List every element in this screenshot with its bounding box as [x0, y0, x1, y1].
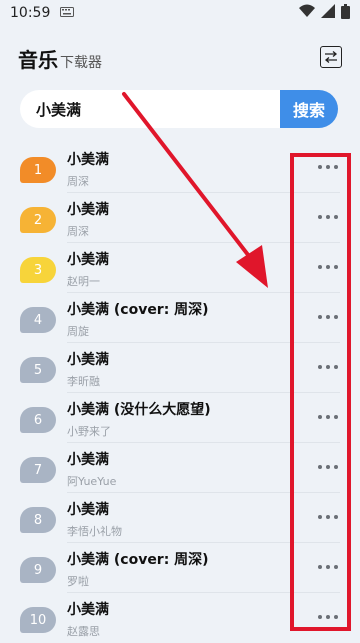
more-dot — [326, 465, 330, 469]
more-dot — [334, 315, 338, 319]
more-dot — [318, 515, 322, 519]
song-list: 1 小美满 周深 2 小美满 周深 3 小美满 赵明一 4 小美满 (cover: 周深) 周旋 5 小美… — [0, 143, 360, 643]
rank-badge: 6 — [20, 407, 56, 433]
more-dot — [318, 565, 322, 569]
song-title: 小美满 — [67, 152, 109, 168]
more-dot — [334, 615, 338, 619]
more-dot — [334, 365, 338, 369]
song-title: 小美满 — [67, 352, 109, 368]
song-title: 小美满 — [67, 452, 109, 468]
battery-icon — [341, 3, 350, 23]
song-artist: 周深 — [67, 175, 89, 188]
more-dot — [318, 315, 322, 319]
more-dot — [326, 265, 330, 269]
more-dot — [326, 315, 330, 319]
rank-badge: 2 — [20, 207, 56, 233]
more-icon[interactable] — [318, 413, 338, 421]
more-dot — [334, 565, 338, 569]
song-artist: 罗啦 — [67, 575, 89, 588]
rank-badge: 10 — [20, 607, 56, 633]
song-artist: 周旋 — [67, 325, 89, 338]
more-icon[interactable] — [318, 613, 338, 621]
song-row[interactable]: 6 小美满 (没什么大愿望) 小野来了 — [0, 393, 360, 443]
song-row[interactable]: 5 小美满李昕融 — [0, 343, 360, 393]
song-artist: 赵明一 — [67, 275, 100, 288]
song-row[interactable]: 2 小美满周深 — [0, 193, 360, 243]
song-title: 小美满 — [67, 202, 109, 218]
song-row[interactable]: 8 小美满李悟小礼物 — [0, 493, 360, 543]
more-dot — [334, 465, 338, 469]
song-row[interactable]: 7 小美满阿YueYue — [0, 443, 360, 493]
song-title: 小美满 — [67, 502, 109, 518]
search-box: 搜索 — [20, 90, 338, 128]
wifi-icon — [299, 4, 315, 22]
search-button[interactable]: 搜索 — [280, 90, 338, 128]
more-icon[interactable] — [318, 513, 338, 521]
more-icon[interactable] — [318, 213, 338, 221]
song-title: 小美满 — [67, 602, 109, 618]
song-artist: 周深 — [67, 225, 89, 238]
search-input[interactable] — [20, 90, 280, 128]
app-subtitle: 下载器 — [60, 55, 102, 71]
song-artist: 李昕融 — [67, 375, 100, 388]
more-dot — [318, 465, 322, 469]
rank-badge: 8 — [20, 507, 56, 533]
more-dot — [334, 165, 338, 169]
song-artist: 小野来了 — [67, 425, 111, 438]
more-icon[interactable] — [318, 563, 338, 571]
song-artist: 赵露思 — [67, 625, 100, 638]
rank-badge: 3 — [20, 257, 56, 283]
song-row[interactable]: 3 小美满赵明一 — [0, 243, 360, 293]
rank-badge: 5 — [20, 357, 56, 383]
more-dot — [326, 515, 330, 519]
more-dot — [318, 165, 322, 169]
rank-badge: 9 — [20, 557, 56, 583]
more-dot — [318, 265, 322, 269]
song-title: 小美满 — [67, 252, 109, 268]
app-title: 音乐 — [18, 48, 58, 72]
more-dot — [334, 415, 338, 419]
more-icon[interactable] — [318, 163, 338, 171]
sort-icon — [324, 48, 338, 67]
more-dot — [326, 615, 330, 619]
more-dot — [326, 365, 330, 369]
app-header: 音乐 下载器 — [18, 44, 342, 74]
more-dot — [318, 215, 322, 219]
keyboard-icon — [60, 5, 75, 21]
song-row[interactable]: 1 小美满周深 — [0, 143, 360, 193]
rank-badge: 4 — [20, 307, 56, 333]
status-time: 10:59 — [10, 5, 51, 21]
more-dot — [318, 415, 322, 419]
more-dot — [318, 615, 322, 619]
more-dot — [326, 165, 330, 169]
more-dot — [334, 215, 338, 219]
song-title: 小美满 (cover: 周深) — [67, 552, 209, 568]
song-title: 小美满 (没什么大愿望) — [67, 402, 211, 418]
rank-badge: 7 — [20, 457, 56, 483]
song-row[interactable]: 4 小美满 (cover: 周深) 周旋 — [0, 293, 360, 343]
sort-button[interactable] — [320, 46, 342, 68]
song-artist: 李悟小礼物 — [67, 525, 122, 538]
song-row[interactable]: 9 小美满 (cover: 周深) 罗啦 — [0, 543, 360, 593]
more-dot — [334, 265, 338, 269]
status-bar: 10:59 — [0, 0, 360, 26]
more-dot — [326, 215, 330, 219]
more-icon[interactable] — [318, 313, 338, 321]
song-title: 小美满 (cover: 周深) — [67, 302, 209, 318]
more-icon[interactable] — [318, 263, 338, 271]
more-dot — [334, 515, 338, 519]
more-dot — [326, 565, 330, 569]
more-icon[interactable] — [318, 363, 338, 371]
rank-badge: 1 — [20, 157, 56, 183]
more-icon[interactable] — [318, 463, 338, 471]
signal-icon — [321, 4, 335, 22]
song-artist: 阿YueYue — [67, 475, 117, 488]
more-dot — [326, 415, 330, 419]
song-row[interactable]: 10 小美满赵露思 — [0, 593, 360, 643]
more-dot — [318, 365, 322, 369]
